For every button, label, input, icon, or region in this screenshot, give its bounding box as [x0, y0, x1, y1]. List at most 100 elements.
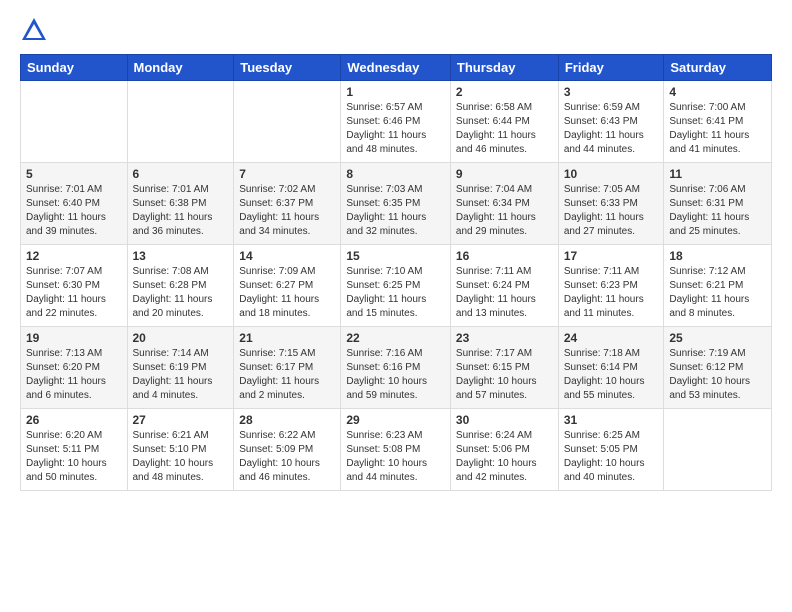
day-info: Sunrise: 7:16 AM Sunset: 6:16 PM Dayligh… — [346, 347, 445, 403]
weekday-header-friday: Friday — [558, 55, 664, 81]
calendar-cell: 21 Sunrise: 7:15 AM Sunset: 6:17 PM Dayli… — [234, 327, 341, 409]
day-info: Sunrise: 7:07 AM Sunset: 6:30 PM Dayligh… — [26, 265, 122, 321]
day-info: Sunrise: 7:15 AM Sunset: 6:17 PM Dayligh… — [239, 347, 335, 403]
calendar-cell — [21, 81, 128, 163]
day-number: 13 — [133, 249, 229, 263]
day-info: Sunrise: 6:20 AM Sunset: 5:11 PM Dayligh… — [26, 429, 122, 485]
day-info: Sunrise: 6:57 AM Sunset: 6:46 PM Dayligh… — [346, 101, 445, 157]
day-number: 29 — [346, 413, 445, 427]
day-number: 7 — [239, 167, 335, 181]
calendar-week-row: 26 Sunrise: 6:20 AM Sunset: 5:11 PM Dayli… — [21, 409, 772, 491]
day-info: Sunrise: 7:14 AM Sunset: 6:19 PM Dayligh… — [133, 347, 229, 403]
calendar-cell: 31Sunrise: 6:25 AM Sunset: 5:05 PM Dayli… — [558, 409, 664, 491]
day-info: Sunrise: 7:02 AM Sunset: 6:37 PM Dayligh… — [239, 183, 335, 239]
day-number: 1 — [346, 85, 445, 99]
day-number: 4 — [669, 85, 766, 99]
calendar-cell: 20 Sunrise: 7:14 AM Sunset: 6:19 PM Dayli… — [127, 327, 234, 409]
day-number: 9 — [456, 167, 553, 181]
calendar-cell: 17 Sunrise: 7:11 AM Sunset: 6:23 PM Dayli… — [558, 245, 664, 327]
day-number: 26 — [26, 413, 122, 427]
calendar-cell: 15 Sunrise: 7:10 AM Sunset: 6:25 PM Dayli… — [341, 245, 451, 327]
calendar-cell — [234, 81, 341, 163]
calendar-cell: 8Sunrise: 7:03 AM Sunset: 6:35 PM Daylig… — [341, 163, 451, 245]
day-number: 11 — [669, 167, 766, 181]
day-number: 24 — [564, 331, 659, 345]
day-info: Sunrise: 6:22 AM Sunset: 5:09 PM Dayligh… — [239, 429, 335, 485]
day-number: 27 — [133, 413, 229, 427]
day-number: 10 — [564, 167, 659, 181]
calendar-cell: 25 Sunrise: 7:19 AM Sunset: 6:12 PM Dayli… — [664, 327, 772, 409]
day-info: Sunrise: 7:13 AM Sunset: 6:20 PM Dayligh… — [26, 347, 122, 403]
day-number: 20 — [133, 331, 229, 345]
page-container: SundayMondayTuesdayWednesdayThursdayFrid… — [0, 0, 792, 501]
calendar-cell: 7 Sunrise: 7:02 AM Sunset: 6:37 PM Daylig… — [234, 163, 341, 245]
weekday-header-saturday: Saturday — [664, 55, 772, 81]
day-info: Sunrise: 7:11 AM Sunset: 6:23 PM Dayligh… — [564, 265, 659, 321]
calendar-cell: 27 Sunrise: 6:21 AM Sunset: 5:10 PM Dayli… — [127, 409, 234, 491]
day-number: 21 — [239, 331, 335, 345]
day-info: Sunrise: 6:24 AM Sunset: 5:06 PM Dayligh… — [456, 429, 553, 485]
day-number: 17 — [564, 249, 659, 263]
day-number: 16 — [456, 249, 553, 263]
day-number: 5 — [26, 167, 122, 181]
calendar-cell: 9Sunrise: 7:04 AM Sunset: 6:34 PM Daylig… — [450, 163, 558, 245]
calendar-cell: 2Sunrise: 6:58 AM Sunset: 6:44 PM Daylig… — [450, 81, 558, 163]
calendar-cell — [127, 81, 234, 163]
day-info: Sunrise: 7:10 AM Sunset: 6:25 PM Dayligh… — [346, 265, 445, 321]
calendar-cell: 6 Sunrise: 7:01 AM Sunset: 6:38 PM Daylig… — [127, 163, 234, 245]
day-number: 2 — [456, 85, 553, 99]
header-row — [20, 16, 772, 44]
day-info: Sunrise: 7:17 AM Sunset: 6:15 PM Dayligh… — [456, 347, 553, 403]
day-info: Sunrise: 7:19 AM Sunset: 6:12 PM Dayligh… — [669, 347, 766, 403]
calendar-cell: 26 Sunrise: 6:20 AM Sunset: 5:11 PM Dayli… — [21, 409, 128, 491]
day-info: Sunrise: 7:12 AM Sunset: 6:21 PM Dayligh… — [669, 265, 766, 321]
day-info: Sunrise: 7:05 AM Sunset: 6:33 PM Dayligh… — [564, 183, 659, 239]
calendar-cell: 29 Sunrise: 6:23 AM Sunset: 5:08 PM Dayli… — [341, 409, 451, 491]
day-number: 8 — [346, 167, 445, 181]
day-info: Sunrise: 6:59 AM Sunset: 6:43 PM Dayligh… — [564, 101, 659, 157]
calendar-cell: 28Sunrise: 6:22 AM Sunset: 5:09 PM Dayli… — [234, 409, 341, 491]
calendar-week-row: 19Sunrise: 7:13 AM Sunset: 6:20 PM Dayli… — [21, 327, 772, 409]
day-info: Sunrise: 6:21 AM Sunset: 5:10 PM Dayligh… — [133, 429, 229, 485]
day-number: 22 — [346, 331, 445, 345]
calendar-table: SundayMondayTuesdayWednesdayThursdayFrid… — [20, 54, 772, 491]
calendar-cell: 30 Sunrise: 6:24 AM Sunset: 5:06 PM Dayli… — [450, 409, 558, 491]
calendar-cell: 18 Sunrise: 7:12 AM Sunset: 6:21 PM Dayli… — [664, 245, 772, 327]
day-number: 23 — [456, 331, 553, 345]
weekday-header-thursday: Thursday — [450, 55, 558, 81]
logo-icon — [20, 16, 48, 44]
day-info: Sunrise: 6:25 AM Sunset: 5:05 PM Dayligh… — [564, 429, 659, 485]
calendar-cell: 24 Sunrise: 7:18 AM Sunset: 6:14 PM Dayli… — [558, 327, 664, 409]
calendar-cell: 12Sunrise: 7:07 AM Sunset: 6:30 PM Dayli… — [21, 245, 128, 327]
day-number: 15 — [346, 249, 445, 263]
calendar-cell: 14Sunrise: 7:09 AM Sunset: 6:27 PM Dayli… — [234, 245, 341, 327]
calendar-week-row: 5 Sunrise: 7:01 AM Sunset: 6:40 PM Daylig… — [21, 163, 772, 245]
calendar-cell: 1 Sunrise: 6:57 AM Sunset: 6:46 PM Daylig… — [341, 81, 451, 163]
calendar-cell: 11 Sunrise: 7:06 AM Sunset: 6:31 PM Dayli… — [664, 163, 772, 245]
day-number: 18 — [669, 249, 766, 263]
weekday-header-monday: Monday — [127, 55, 234, 81]
calendar-cell: 19Sunrise: 7:13 AM Sunset: 6:20 PM Dayli… — [21, 327, 128, 409]
day-info: Sunrise: 7:06 AM Sunset: 6:31 PM Dayligh… — [669, 183, 766, 239]
calendar-cell: 13 Sunrise: 7:08 AM Sunset: 6:28 PM Dayli… — [127, 245, 234, 327]
day-info: Sunrise: 7:01 AM Sunset: 6:38 PM Dayligh… — [133, 183, 229, 239]
day-number: 25 — [669, 331, 766, 345]
day-info: Sunrise: 7:08 AM Sunset: 6:28 PM Dayligh… — [133, 265, 229, 321]
calendar-cell: 4Sunrise: 7:00 AM Sunset: 6:41 PM Daylig… — [664, 81, 772, 163]
calendar-cell: 3 Sunrise: 6:59 AM Sunset: 6:43 PM Daylig… — [558, 81, 664, 163]
calendar-cell — [664, 409, 772, 491]
day-info: Sunrise: 6:23 AM Sunset: 5:08 PM Dayligh… — [346, 429, 445, 485]
day-number: 6 — [133, 167, 229, 181]
calendar-cell: 22 Sunrise: 7:16 AM Sunset: 6:16 PM Dayli… — [341, 327, 451, 409]
weekday-header-tuesday: Tuesday — [234, 55, 341, 81]
day-number: 3 — [564, 85, 659, 99]
weekday-header-sunday: Sunday — [21, 55, 128, 81]
calendar-cell: 10 Sunrise: 7:05 AM Sunset: 6:33 PM Dayli… — [558, 163, 664, 245]
day-info: Sunrise: 7:01 AM Sunset: 6:40 PM Dayligh… — [26, 183, 122, 239]
day-number: 14 — [239, 249, 335, 263]
calendar-week-row: 1 Sunrise: 6:57 AM Sunset: 6:46 PM Daylig… — [21, 81, 772, 163]
day-info: Sunrise: 7:18 AM Sunset: 6:14 PM Dayligh… — [564, 347, 659, 403]
day-number: 30 — [456, 413, 553, 427]
weekday-header-wednesday: Wednesday — [341, 55, 451, 81]
calendar-cell: 23 Sunrise: 7:17 AM Sunset: 6:15 PM Dayli… — [450, 327, 558, 409]
